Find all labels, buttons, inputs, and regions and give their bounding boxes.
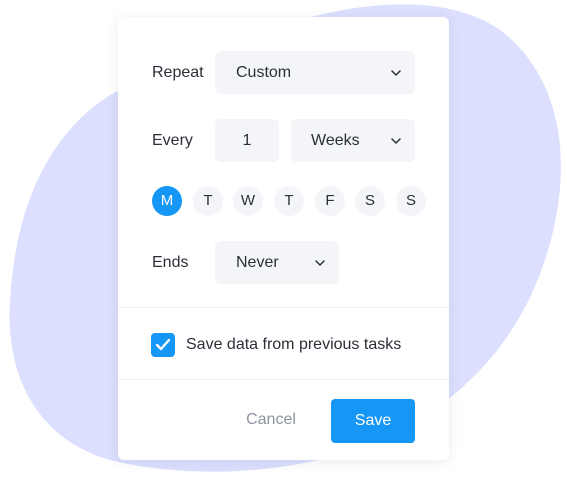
repeat-label: Repeat	[152, 64, 204, 81]
repeat-select-value: Custom	[236, 63, 292, 81]
every-count-input[interactable]: 1	[215, 119, 279, 162]
every-unit-value: Weeks	[311, 131, 360, 149]
footer-divider	[118, 379, 449, 380]
chevron-down-icon	[391, 69, 401, 76]
save-button[interactable]: Save	[331, 399, 415, 443]
every-count-value: 1	[242, 131, 252, 149]
ends-select[interactable]: Never	[215, 241, 339, 284]
every-label: Every	[152, 132, 193, 149]
save-previous-label[interactable]: Save data from previous tasks	[186, 335, 401, 355]
day-monday[interactable]: M	[152, 186, 182, 216]
repeat-select[interactable]: Custom	[215, 51, 415, 94]
scene: Repeat Custom Every 1 Weeks M T W T F S …	[0, 0, 567, 477]
cancel-button[interactable]: Cancel	[236, 410, 306, 430]
day-friday[interactable]: F	[315, 186, 345, 216]
chevron-down-icon	[315, 259, 325, 266]
ends-select-value: Never	[236, 253, 279, 271]
day-tuesday[interactable]: T	[193, 186, 223, 216]
day-sunday[interactable]: S	[396, 186, 426, 216]
checkmark-icon	[155, 338, 171, 351]
day-saturday[interactable]: S	[355, 186, 385, 216]
ends-label: Ends	[152, 254, 189, 271]
day-wednesday[interactable]: W	[233, 186, 263, 216]
chevron-down-icon	[391, 137, 401, 144]
repeat-settings-card: Repeat Custom Every 1 Weeks M T W T F S …	[118, 17, 449, 460]
section-divider	[118, 307, 449, 308]
save-previous-checkbox[interactable]	[151, 333, 175, 357]
day-thursday[interactable]: T	[274, 186, 304, 216]
every-unit-select[interactable]: Weeks	[291, 119, 415, 162]
